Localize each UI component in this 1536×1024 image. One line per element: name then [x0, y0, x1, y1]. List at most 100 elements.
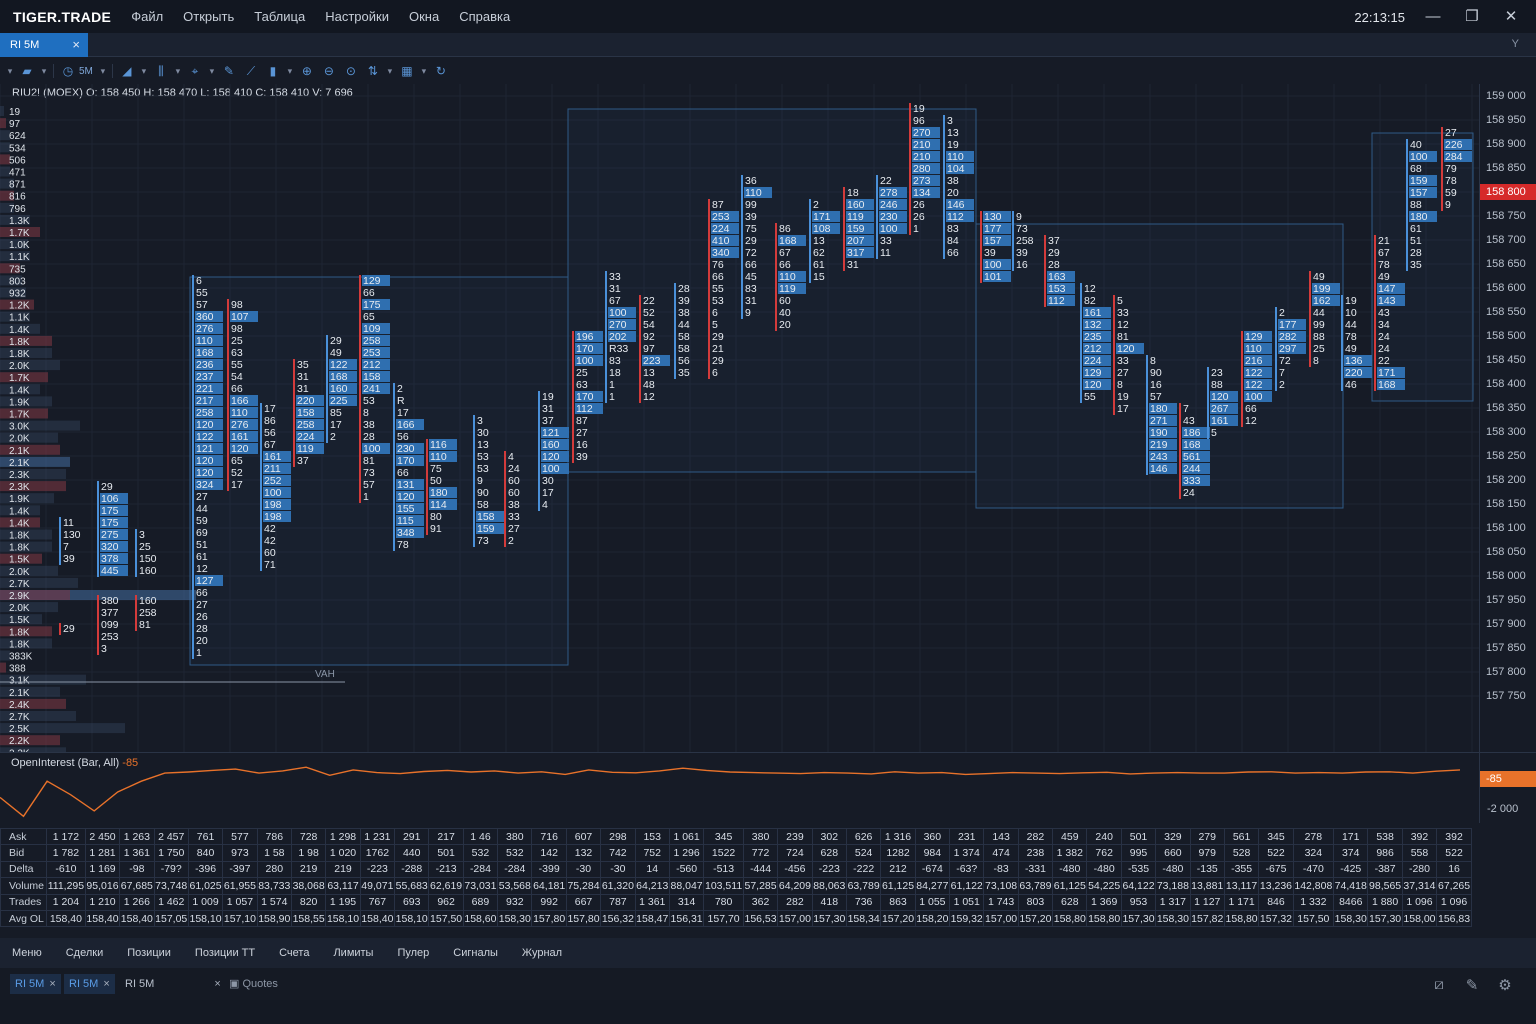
- minimize-button[interactable]: —: [1419, 4, 1447, 30]
- bars-icon[interactable]: ▮: [262, 61, 284, 81]
- chevron-down-icon[interactable]: ▾: [97, 61, 109, 81]
- tab-positions[interactable]: Позиции: [127, 947, 171, 959]
- footprint-cell: 49: [1313, 271, 1325, 283]
- chevron-down-icon[interactable]: ▾: [172, 61, 184, 81]
- footprint-chart[interactable]: 19976245345064718718167961.3K1.7K1.0K1.1…: [0, 84, 1479, 752]
- clock-icon[interactable]: ◷: [57, 61, 79, 81]
- candles-icon[interactable]: ⫼: [150, 61, 172, 81]
- chevron-down-icon[interactable]: ▾: [384, 61, 396, 81]
- cursor-icon[interactable]: ⌖: [184, 61, 206, 81]
- workspace-tab[interactable]: RI 5M ×: [10, 974, 61, 994]
- footprint-cell: 340: [712, 247, 730, 259]
- footprint-cell: 71: [264, 559, 276, 571]
- menu-help[interactable]: Справка: [459, 9, 510, 24]
- timeframe-label[interactable]: 5M: [79, 66, 93, 77]
- restore-button[interactable]: ❐: [1458, 4, 1486, 30]
- footprint-cell: 220: [297, 395, 315, 407]
- tab-pooler[interactable]: Пулер: [397, 947, 429, 959]
- menu-windows[interactable]: Окна: [409, 9, 439, 24]
- footprint-cell: 153: [1048, 283, 1066, 295]
- tab-signals[interactable]: Сигналы: [453, 947, 498, 959]
- stats-cell: 67,265: [1436, 877, 1472, 895]
- price-tick: 158 650: [1486, 258, 1526, 270]
- refresh-icon[interactable]: ↻: [430, 61, 452, 81]
- chart-icon[interactable]: ⧄: [1429, 976, 1449, 996]
- footprint-cell: 27: [196, 491, 208, 503]
- footprint-cell: 43: [1378, 307, 1390, 319]
- trend-icon[interactable]: ⟋: [240, 61, 262, 81]
- zoom-in-icon[interactable]: ⊕: [296, 61, 318, 81]
- footprint-cell: 96: [913, 115, 925, 127]
- pin-icon[interactable]: ✎: [1462, 976, 1482, 996]
- chevron-down-icon[interactable]: ▾: [418, 61, 430, 81]
- tab-ri-5m[interactable]: RI 5M ×: [0, 33, 88, 57]
- tab-journal[interactable]: Журнал: [522, 947, 562, 959]
- footprint-cell: 99: [745, 199, 757, 211]
- profile-volume-label: 1.8K: [9, 639, 30, 650]
- stats-cell: 345: [703, 827, 744, 846]
- tab-menu[interactable]: Меню: [12, 947, 42, 959]
- footprint-cell: 104: [947, 163, 965, 175]
- footprint-cell: 27: [1117, 367, 1129, 379]
- stats-row: Volume 111,295 95,016 67,685 73,748 61,025 61,…: [0, 877, 1472, 895]
- vertical-arrows-icon[interactable]: ⇅: [362, 61, 384, 81]
- calendar-icon[interactable]: ▦: [396, 61, 418, 81]
- chevron-down-icon[interactable]: ▾: [284, 61, 296, 81]
- footprint-cell: 219: [1150, 439, 1168, 451]
- footprint-cell: 122: [196, 431, 214, 443]
- footprint-cell: 87: [712, 199, 724, 211]
- profile-volume-label: 2.1K: [9, 688, 30, 699]
- price-tick: 158 250: [1486, 450, 1526, 462]
- tab-positions-tt[interactable]: Позиции ТТ: [195, 947, 255, 959]
- close-icon[interactable]: ×: [103, 978, 109, 990]
- close-icon[interactable]: ×: [72, 37, 80, 52]
- zoom-fit-icon[interactable]: ⊙: [340, 61, 362, 81]
- gear-icon[interactable]: ⚙: [1495, 976, 1515, 996]
- footprint-cell: 170: [576, 391, 594, 403]
- footprint-cell: 66: [1245, 403, 1257, 415]
- chevron-down-icon[interactable]: ▾: [38, 61, 50, 81]
- workspace-tab-quotes[interactable]: ▣ Quotes: [224, 974, 283, 994]
- menu-table[interactable]: Таблица: [254, 9, 305, 24]
- footprint-cell: 85: [330, 407, 342, 419]
- price-axis[interactable]: 159 000158 950158 900158 850158 800158 8…: [1479, 84, 1536, 752]
- footprint-cell: 16: [1150, 379, 1162, 391]
- close-icon[interactable]: ×: [214, 978, 220, 990]
- menu-settings[interactable]: Настройки: [325, 9, 389, 24]
- stats-cell: 1 317: [1155, 893, 1191, 911]
- close-button[interactable]: ✕: [1497, 4, 1525, 30]
- menu-open[interactable]: Открыть: [183, 9, 234, 24]
- stats-cell: 278: [1292, 827, 1335, 846]
- price-tick: 158 350: [1486, 402, 1526, 414]
- tab-limits[interactable]: Лимиты: [333, 947, 373, 959]
- candle-body: [1241, 331, 1243, 427]
- indicator-value-badge: -85: [1480, 771, 1536, 787]
- footprint-cell: 410: [712, 235, 730, 247]
- menu-file[interactable]: Файл: [131, 9, 163, 24]
- footprint-cell: 86: [779, 223, 791, 235]
- workspace-tab[interactable]: RI 5M ×: [64, 974, 115, 994]
- chevron-down-icon[interactable]: ▾: [206, 61, 218, 81]
- pencil-icon[interactable]: ✎: [218, 61, 240, 81]
- profile-volume-label: 1.9K: [9, 494, 30, 505]
- workspace-tab[interactable]: RI 5M ×: [120, 974, 226, 994]
- folder-icon[interactable]: ▰: [16, 61, 38, 81]
- stats-cell: 8466: [1333, 893, 1369, 911]
- area-chart-icon[interactable]: ◢: [116, 61, 138, 81]
- tab-accounts[interactable]: Счета: [279, 947, 309, 959]
- footprint-cell: 38: [363, 419, 375, 431]
- tab-bar-right-label[interactable]: Y: [1512, 38, 1519, 50]
- stats-cell: 156,31: [668, 909, 705, 928]
- zoom-out-icon[interactable]: ⊖: [318, 61, 340, 81]
- chevron-down-icon[interactable]: ▾: [138, 61, 150, 81]
- candle-body: [59, 517, 61, 565]
- tab-trades[interactable]: Сделки: [66, 947, 104, 959]
- stats-cell: 158,80: [1223, 909, 1260, 928]
- stats-cell: 1 096: [1401, 893, 1438, 911]
- close-icon[interactable]: ×: [49, 978, 55, 990]
- footprint-cell: 12: [1245, 415, 1257, 427]
- stats-cell: 1 750: [153, 844, 189, 862]
- chevron-down-icon[interactable]: ▾: [4, 61, 16, 81]
- candle-body: [843, 187, 845, 271]
- footprint-cell: 161: [1084, 307, 1102, 319]
